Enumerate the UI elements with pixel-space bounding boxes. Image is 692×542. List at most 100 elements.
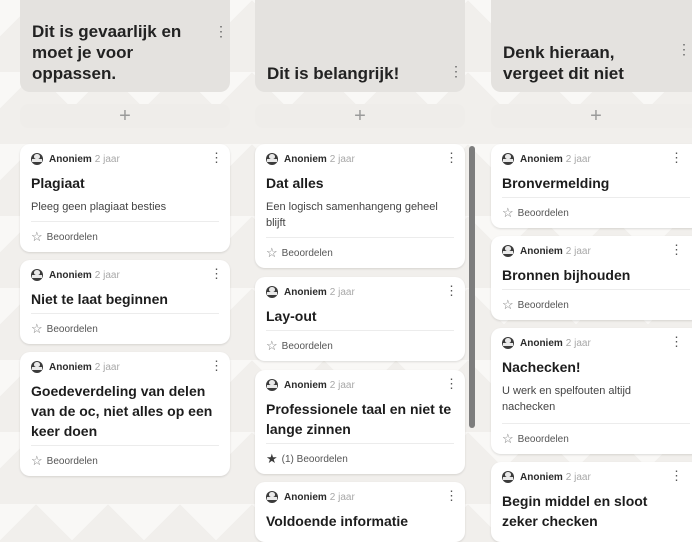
card-title: Voldoende informatie	[266, 513, 409, 529]
kebab-menu-icon[interactable]: ⋮	[670, 469, 683, 482]
kebab-menu-icon[interactable]: ⋮	[214, 24, 228, 38]
card[interactable]: Anoniem 2 jaar ⋮ Nachecken! U werk en sp…	[491, 328, 692, 454]
card-meta: Anoniem 2 jaar ⋮	[31, 267, 223, 282]
star-icon: ☆	[266, 245, 278, 260]
star-icon: ☆	[31, 321, 43, 336]
avatar-icon	[31, 269, 43, 281]
author: Anoniem	[284, 153, 327, 165]
timestamp: 2 jaar	[565, 153, 591, 165]
avatar-icon	[502, 153, 514, 165]
timestamp: 2 jaar	[565, 471, 591, 483]
author: Anoniem	[284, 379, 327, 391]
card-body: U werk en spelfouten altijd nachecken	[502, 385, 632, 413]
rating-label: Beoordelen	[517, 207, 569, 219]
card[interactable]: Anoniem 2 jaar ⋮ Dat alles Een logisch s…	[255, 144, 465, 268]
author: Anoniem	[284, 491, 327, 503]
card-title: Nachecken!	[502, 359, 581, 375]
rating-label: Beoordelen	[281, 340, 333, 352]
rating-label: Beoordelen	[281, 247, 333, 259]
column-header: Denk hieraan, vergeet dit niet ⋮	[491, 0, 692, 92]
card[interactable]: Anoniem 2 jaar ⋮ Begin middel en sloot z…	[491, 462, 692, 542]
card[interactable]: Anoniem 2 jaar ⋮ Voldoende informatie	[255, 482, 465, 542]
kebab-menu-icon[interactable]: ⋮	[445, 377, 458, 390]
star-icon: ☆	[502, 205, 514, 220]
card-title: Dat alles	[266, 175, 324, 191]
card[interactable]: Anoniem 2 jaar ⋮ Professionele taal en n…	[255, 370, 465, 474]
avatar-icon	[502, 337, 514, 349]
card[interactable]: Anoniem 2 jaar ⋮ Niet te laat beginnen ☆…	[20, 260, 230, 344]
rate-button[interactable]: ☆ Beoordelen	[266, 330, 454, 361]
timestamp: 2 jaar	[565, 245, 591, 257]
card-meta: Anoniem 2 jaar ⋮	[502, 335, 690, 350]
kebab-menu-icon[interactable]: ⋮	[670, 335, 683, 348]
timestamp: 2 jaar	[329, 491, 355, 503]
author: Anoniem	[520, 153, 563, 165]
author: Anoniem	[520, 337, 563, 349]
kebab-menu-icon[interactable]: ⋮	[677, 42, 691, 56]
card-title: Niet te laat beginnen	[31, 291, 168, 307]
rate-button[interactable]: ☆ Beoordelen	[502, 197, 690, 228]
avatar-icon	[31, 153, 43, 165]
kebab-menu-icon[interactable]: ⋮	[210, 267, 223, 280]
rating-label: (1) Beoordelen	[281, 453, 348, 465]
author: Anoniem	[49, 153, 92, 165]
rate-button[interactable]: ☆ Beoordelen	[31, 445, 219, 476]
card[interactable]: Anoniem 2 jaar ⋮ Plagiaat Pleeg geen pla…	[20, 144, 230, 252]
card-title: Bronnen bijhouden	[502, 267, 631, 283]
card-title: Bronvermelding	[502, 175, 610, 191]
avatar-icon	[266, 491, 278, 503]
kebab-menu-icon[interactable]: ⋮	[445, 284, 458, 297]
kebab-menu-icon[interactable]: ⋮	[210, 359, 223, 372]
timestamp: 2 jaar	[565, 337, 591, 349]
column-title: Dit is belangrijk!	[267, 64, 400, 83]
card-meta: Anoniem 2 jaar ⋮	[502, 151, 690, 166]
author: Anoniem	[284, 286, 327, 298]
card-meta: Anoniem 2 jaar ⋮	[31, 359, 223, 374]
add-card-button[interactable]: +	[255, 104, 465, 128]
rate-button[interactable]: ☆ Beoordelen	[502, 289, 690, 320]
kebab-menu-icon[interactable]: ⋮	[445, 151, 458, 164]
rate-button[interactable]: ☆ Beoordelen	[502, 423, 690, 454]
column-title: Denk hieraan, vergeet dit niet	[503, 43, 624, 83]
author: Anoniem	[49, 361, 92, 373]
kebab-menu-icon[interactable]: ⋮	[449, 64, 463, 78]
avatar-icon	[31, 361, 43, 373]
timestamp: 2 jaar	[329, 379, 355, 391]
card-meta: Anoniem 2 jaar ⋮	[31, 151, 223, 166]
avatar-icon	[266, 286, 278, 298]
card-body: Een logisch samenhangeng geheel blijft	[266, 201, 438, 229]
scrollbar[interactable]	[469, 146, 475, 428]
column-title: Dit is gevaarlijk en moet je voor oppass…	[32, 22, 182, 83]
timestamp: 2 jaar	[329, 286, 355, 298]
card-title: Lay-out	[266, 308, 317, 324]
card-meta: Anoniem 2 jaar ⋮	[502, 469, 690, 484]
rate-button[interactable]: ☆ Beoordelen	[31, 221, 219, 252]
card[interactable]: Anoniem 2 jaar ⋮ Lay-out ☆ Beoordelen	[255, 277, 465, 361]
avatar-icon	[502, 245, 514, 257]
kebab-menu-icon[interactable]: ⋮	[210, 151, 223, 164]
timestamp: 2 jaar	[94, 153, 120, 165]
add-card-button[interactable]: +	[20, 104, 230, 128]
card-title: Goedeverdeling van delen van de oc, niet…	[31, 383, 213, 439]
column-1: Dit is gevaarlijk en moet je voor oppass…	[20, 0, 230, 524]
kebab-menu-icon[interactable]: ⋮	[670, 243, 683, 256]
card[interactable]: Anoniem 2 jaar ⋮ Goedeverdeling van dele…	[20, 352, 230, 476]
timestamp: 2 jaar	[94, 361, 120, 373]
column-3: Denk hieraan, vergeet dit niet ⋮ + Anoni…	[491, 0, 692, 542]
card-meta: Anoniem 2 jaar ⋮	[502, 243, 690, 258]
rating-label: Beoordelen	[517, 299, 569, 311]
add-card-button[interactable]: +	[491, 104, 692, 128]
kebab-menu-icon[interactable]: ⋮	[670, 151, 683, 164]
card-title: Begin middel en sloot zeker checken	[502, 493, 648, 529]
card[interactable]: Anoniem 2 jaar ⋮ Bronvermelding ☆ Beoord…	[491, 144, 692, 228]
rating-label: Beoordelen	[46, 323, 98, 335]
card[interactable]: Anoniem 2 jaar ⋮ Bronnen bijhouden ☆ Beo…	[491, 236, 692, 320]
kebab-menu-icon[interactable]: ⋮	[445, 489, 458, 502]
column-header: Dit is belangrijk! ⋮	[255, 0, 465, 92]
rate-button[interactable]: ☆ Beoordelen	[266, 237, 454, 268]
author: Anoniem	[520, 245, 563, 257]
rating-label: Beoordelen	[517, 433, 569, 445]
timestamp: 2 jaar	[329, 153, 355, 165]
rate-button[interactable]: ☆ Beoordelen	[31, 313, 219, 344]
rate-button[interactable]: ★ (1) Beoordelen	[266, 443, 454, 474]
